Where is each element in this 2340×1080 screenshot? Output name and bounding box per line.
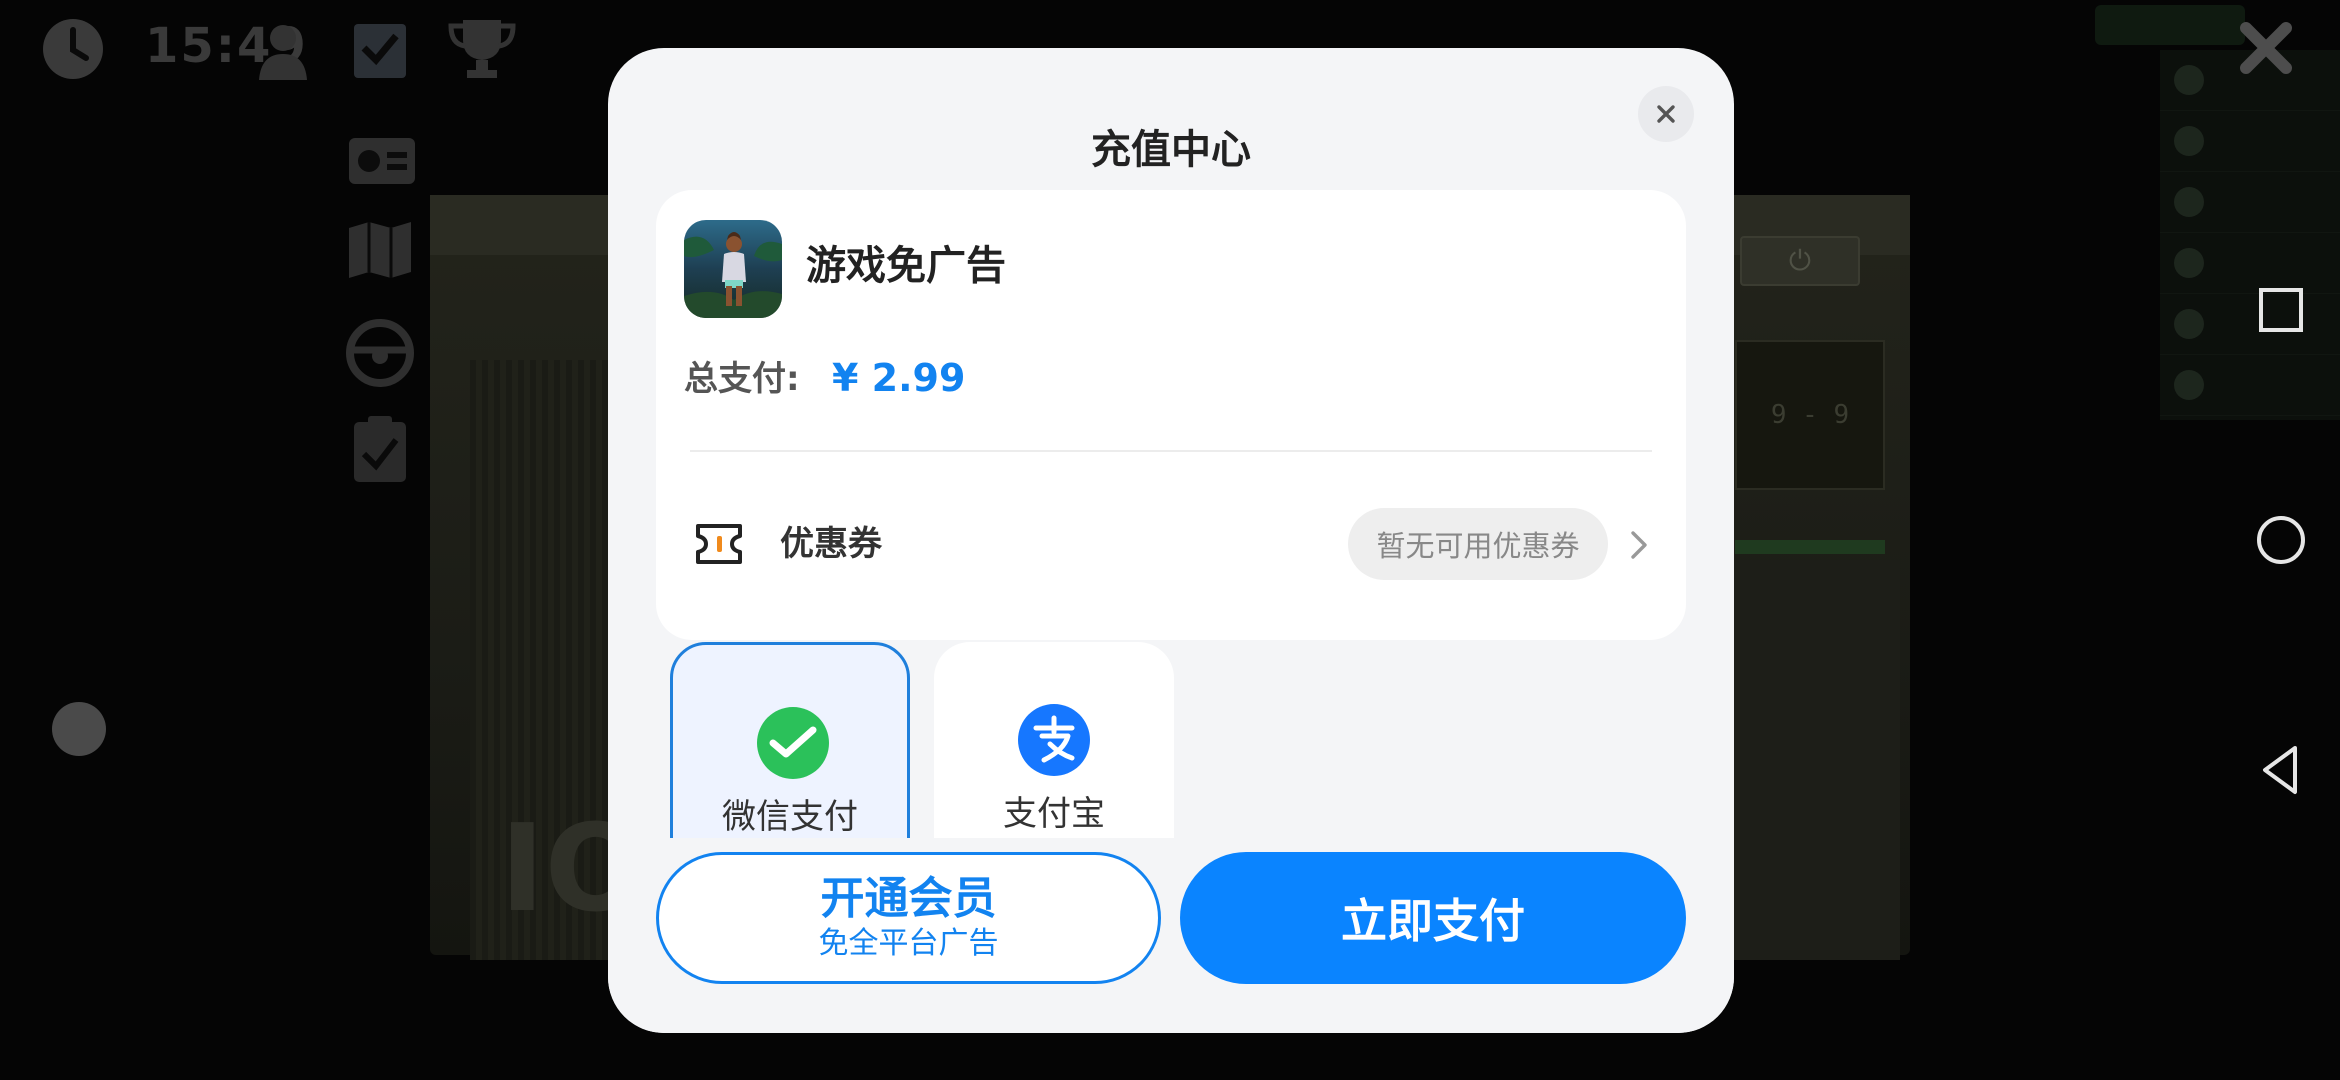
total-label: 总支付: xyxy=(684,359,800,399)
steering-wheel-icon[interactable] xyxy=(345,318,415,388)
person-icon xyxy=(255,22,311,82)
wechat-pay-icon xyxy=(755,705,831,781)
list-item[interactable] xyxy=(2160,111,2340,172)
back-button[interactable] xyxy=(2255,744,2307,796)
coupon-icon xyxy=(694,522,744,566)
recharge-dialog: 充值中心 游戏免广告 总支付: ¥ 2.99 优惠券 暂无可用优惠券 微信支付 … xyxy=(608,48,1734,1033)
cabinet-side-panel xyxy=(1720,560,1900,960)
power-icon: ⏻ xyxy=(1740,236,1860,286)
screen: ⏻ 9 - 9 IO 15:49 充值中心 游戏免广告 总支付: ¥ 2.99 … xyxy=(0,0,2340,1080)
map-icon[interactable] xyxy=(345,218,415,282)
dialog-title: 充值中心 xyxy=(1091,127,1251,173)
recents-button[interactable] xyxy=(2255,284,2307,336)
cabinet-display: 9 - 9 xyxy=(1735,340,1885,490)
status-badge xyxy=(2095,5,2245,45)
list-item[interactable] xyxy=(2160,233,2340,294)
coupon-label: 优惠券 xyxy=(780,524,882,564)
list-item[interactable] xyxy=(2160,172,2340,233)
clock-icon xyxy=(40,16,106,82)
payment-method-label: 微信支付 xyxy=(722,797,858,837)
membership-subtitle: 免全平台广告 xyxy=(818,926,999,961)
coupon-status: 暂无可用优惠券 xyxy=(1348,508,1608,580)
clipboard-icon[interactable] xyxy=(350,412,410,486)
cabinet-indicator xyxy=(1735,540,1885,554)
open-membership-button[interactable]: 开通会员 免全平台广告 xyxy=(656,852,1161,984)
chevron-right-icon xyxy=(1626,528,1652,562)
product-name: 游戏免广告 xyxy=(806,243,1006,289)
list-item[interactable] xyxy=(2160,294,2340,355)
alipay-icon xyxy=(1016,702,1092,778)
close-icon xyxy=(1657,105,1675,123)
coupon-row[interactable]: 优惠券 暂无可用优惠券 xyxy=(656,452,1686,640)
game-app-icon xyxy=(684,220,782,318)
membership-title: 开通会员 xyxy=(820,873,997,924)
total-price: ¥ 2.99 xyxy=(832,356,966,400)
trophy-icon[interactable] xyxy=(445,16,519,82)
list-item[interactable] xyxy=(2160,355,2340,416)
pay-now-button[interactable]: 立即支付 xyxy=(1180,852,1686,984)
order-card: 游戏免广告 总支付: ¥ 2.99 优惠券 暂无可用优惠券 xyxy=(656,190,1686,640)
checklist-icon[interactable] xyxy=(350,18,410,82)
side-item-list xyxy=(2160,50,2340,420)
home-button[interactable] xyxy=(2255,514,2307,566)
payment-method-label: 支付宝 xyxy=(1003,794,1105,834)
joystick-handle[interactable] xyxy=(52,702,106,756)
close-button[interactable] xyxy=(1638,86,1694,142)
radio-icon[interactable] xyxy=(345,122,419,188)
game-close-icon[interactable] xyxy=(2236,18,2296,78)
